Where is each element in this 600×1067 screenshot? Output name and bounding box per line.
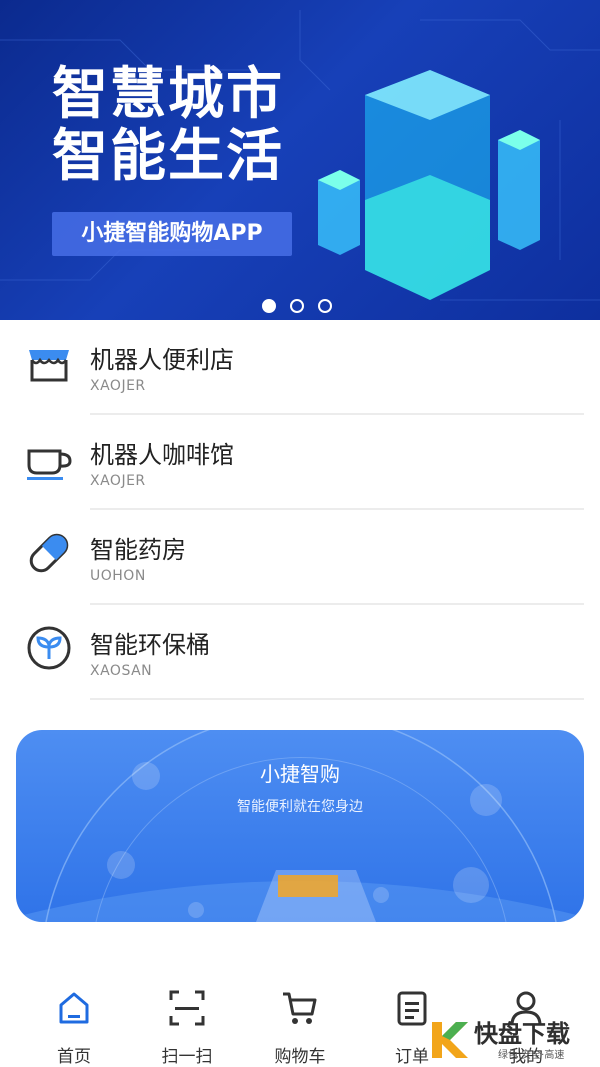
question-icon [107, 851, 135, 879]
tab-home[interactable]: 首页 [34, 988, 114, 1067]
cart-icon [283, 992, 317, 1024]
list-item-title: 智能环保桶 [90, 631, 210, 659]
list-item-title: 机器人咖啡馆 [90, 441, 234, 469]
banner-title: 智慧城市 智能生活 [52, 64, 284, 188]
watermark-logo: 快盘下载 绿色·安全·高速 [426, 1012, 600, 1067]
coffee-cup-icon [27, 449, 72, 480]
divider [90, 698, 584, 700]
tab-label: 首页 [57, 1047, 91, 1067]
scan-icon [169, 990, 205, 1026]
promo-card[interactable]: 小捷智购 智能便利就在您身边 [16, 730, 584, 922]
promo-title: 小捷智购 [260, 762, 340, 786]
hero-banner[interactable]: 智慧城市 智能生活 小捷智能购物APP [0, 0, 600, 320]
banner-title-line2: 智能生活 [52, 124, 284, 189]
list-item-robot-cafe[interactable]: 机器人咖啡馆 XAOJER [0, 415, 600, 510]
pill-icon [29, 533, 69, 573]
carousel-indicator[interactable] [262, 299, 332, 313]
tab-label: 购物车 [274, 1047, 326, 1067]
watermark-slogan: 绿色·安全·高速 [498, 1050, 565, 1061]
watermark-text: 快盘下载 [474, 1020, 570, 1048]
banner-tagline: 小捷智能购物APP [52, 212, 292, 256]
home-icon [59, 992, 89, 1024]
service-list: 机器人便利店 XAOJER 机器人咖啡馆 XAOJER 智能药房 UOHON 智… [0, 320, 600, 700]
store-icon [29, 350, 69, 382]
sprout-icon [27, 626, 71, 670]
list-item-title: 智能药房 [90, 536, 186, 564]
list-item-subtitle: UOHON [90, 568, 146, 584]
document-icon [453, 867, 489, 903]
promo-subtitle: 智能便利就在您身边 [237, 799, 363, 815]
carousel-dot-2[interactable] [290, 299, 304, 313]
list-item-smart-bin[interactable]: 智能环保桶 XAOSAN [0, 605, 600, 700]
list-item-smart-pharmacy[interactable]: 智能药房 UOHON [0, 510, 600, 605]
tab-scan[interactable]: 扫一扫 [147, 988, 227, 1067]
banner-title-line1: 智慧城市 [52, 62, 284, 127]
tab-label: 扫一扫 [161, 1047, 213, 1067]
tab-cart[interactable]: 购物车 [260, 988, 340, 1067]
list-item-title: 机器人便利店 [90, 346, 234, 374]
watermark-k-icon [432, 1022, 468, 1058]
list-item-subtitle: XAOSAN [90, 663, 153, 679]
list-item-robot-store[interactable]: 机器人便利店 XAOJER [0, 320, 600, 415]
list-item-subtitle: XAOJER [90, 378, 146, 394]
cube-tower-graphic [318, 70, 540, 300]
carousel-dot-3[interactable] [318, 299, 332, 313]
carousel-dot-1[interactable] [262, 299, 276, 313]
list-item-subtitle: XAOJER [90, 473, 146, 489]
